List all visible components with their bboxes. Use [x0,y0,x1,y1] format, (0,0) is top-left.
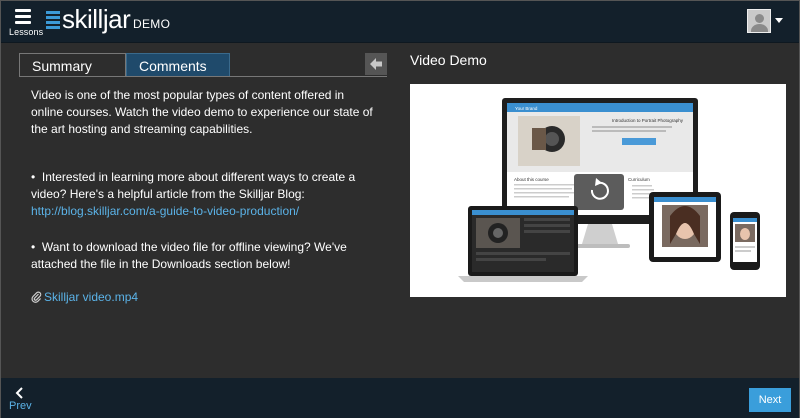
chevron-left-icon [15,387,23,399]
video-title: Video Demo [410,52,487,68]
tab-comments[interactable]: Comments [126,53,230,77]
video-thumbnail: Your Brand Introduction to Portrait Phot… [410,84,786,297]
paperclip-icon [31,291,42,303]
attachment-link[interactable]: Skilljar video.mp4 [44,290,138,304]
bullet-icon: • [31,170,36,184]
video-player[interactable]: Your Brand Introduction to Portrait Phot… [410,84,786,297]
next-button[interactable]: Next [749,388,791,412]
svg-text:Curriculum: Curriculum [628,177,650,182]
app-frame: Lessons skilljar DEMO Summary Comments V… [0,0,800,418]
blog-link[interactable]: http://blog.skilljar.com/a-guide-to-vide… [31,204,299,218]
svg-text:Your Brand: Your Brand [515,106,538,111]
logo-text: skilljar [62,4,131,34]
intro-text: Video is one of the most popular types o… [31,88,373,136]
top-bar: Lessons skilljar DEMO [1,1,799,43]
svg-text:About this course: About this course [514,177,549,182]
collapse-button[interactable] [365,53,387,75]
bullet-icon: • [31,240,36,254]
list-item: • Want to download the video file for of… [31,239,379,273]
svg-text:Introduction to Portrait Photo: Introduction to Portrait Photography [612,118,684,123]
prev-label: Prev [9,400,32,412]
caret-down-icon [775,18,783,23]
arrow-left-icon [370,58,382,70]
hamburger-icon [15,9,31,27]
tab-summary[interactable]: Summary [19,53,126,77]
footer-bar: Prev [1,378,799,418]
logo-mark-icon [46,11,60,29]
bullet2-text: Want to download the video file for offl… [31,240,347,271]
logo-suffix: DEMO [133,17,171,31]
user-menu[interactable] [747,9,783,35]
tab-divider [19,76,387,77]
lessons-menu-button[interactable]: Lessons [7,7,44,39]
list-item: • Interested in learning more about diff… [31,169,379,220]
prev-button[interactable]: Prev [7,386,37,416]
bullet1-text: Interested in learning more about differ… [31,170,356,201]
lessons-label: Lessons [9,27,44,37]
attachment: Skilljar video.mp4 [31,289,138,306]
avatar-icon [747,9,771,33]
